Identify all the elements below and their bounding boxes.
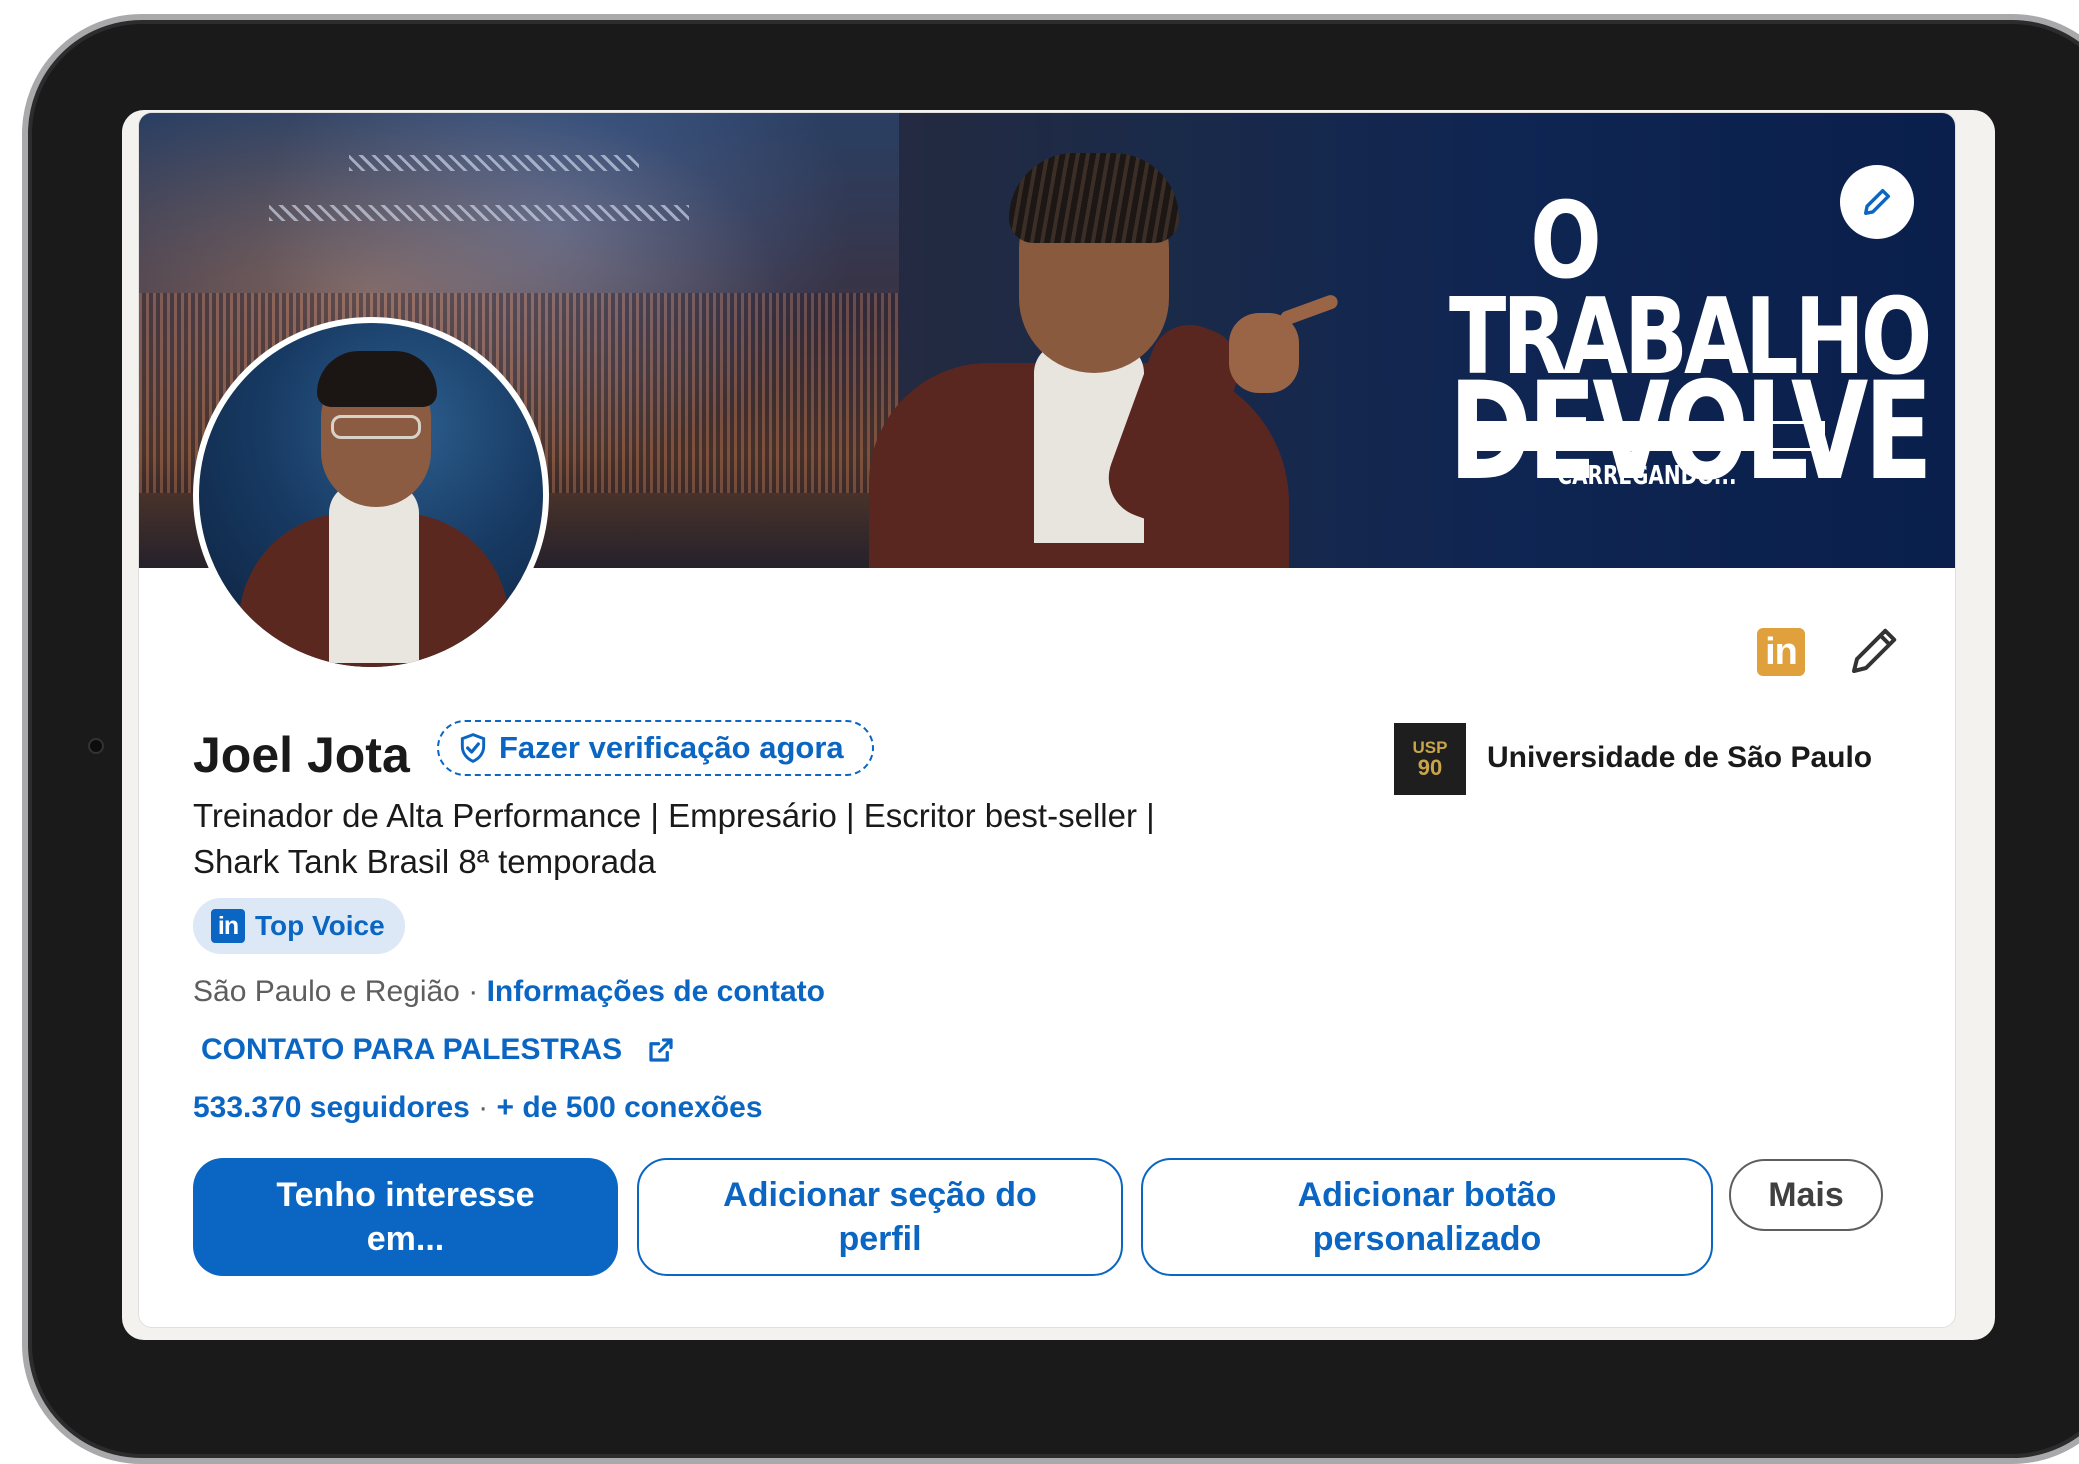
profile-photo[interactable] <box>193 317 549 673</box>
add-custom-button[interactable]: Adicionar botão personalizado <box>1141 1158 1713 1276</box>
top-voice-badge[interactable]: in Top Voice <box>193 898 405 954</box>
contact-info-link[interactable]: Informações de contato <box>487 975 825 1008</box>
university-logo-text-bottom: 90 <box>1417 754 1443 780</box>
connections-link[interactable]: + de 500 conexões <box>497 1091 763 1124</box>
network-stats: 533.370 seguidores · + de 500 conexões <box>193 1091 763 1125</box>
university-logo[interactable]: USP 90 <box>1394 723 1466 795</box>
headline-line2: Shark Tank Brasil 8ª temporada <box>193 843 656 880</box>
add-profile-section-label: Adicionar seção do perfil <box>723 1176 1037 1258</box>
pencil-icon <box>1863 188 1891 216</box>
shield-check-icon <box>460 733 486 763</box>
banner-loading-bar <box>1469 421 1825 451</box>
banner-loading-bar-fill <box>1472 424 1759 448</box>
top-voice-label: Top Voice <box>255 910 385 941</box>
linkedin-badge-icon: in <box>211 909 245 943</box>
location-line: São Paulo e Região · Informações de cont… <box>193 975 825 1009</box>
external-link-icon <box>649 1038 673 1062</box>
custom-link[interactable]: CONTATO PARA PALESTRAS <box>201 1033 676 1067</box>
location-text: São Paulo e Região <box>193 975 460 1008</box>
banner-truss <box>269 205 689 221</box>
banner-truss <box>349 155 639 171</box>
profile-name: Joel Jota <box>193 727 410 783</box>
university-logo-text-top: USP <box>1412 737 1448 757</box>
add-custom-button-label: Adicionar botão personalizado <box>1297 1176 1557 1258</box>
add-profile-section-button[interactable]: Adicionar seção do perfil <box>637 1158 1123 1276</box>
profile-headline: Treinador de Alta Performance | Empresár… <box>193 793 1343 885</box>
profile-card: O TRABALHO DEVOLVE CARREGANDO... in Joel… <box>138 112 1956 1328</box>
edit-intro-pencil-icon[interactable] <box>1844 621 1904 681</box>
banner-loading-text: CARREGANDO... <box>1557 459 1737 491</box>
verify-now-button[interactable]: Fazer verificação agora <box>437 720 874 776</box>
followers-link[interactable]: 533.370 seguidores <box>193 1091 470 1124</box>
tablet-camera <box>88 738 104 754</box>
custom-link-label: CONTATO PARA PALESTRAS <box>201 1033 623 1066</box>
screen: O TRABALHO DEVOLVE CARREGANDO... in Joel… <box>122 110 1995 1340</box>
open-to-button[interactable]: Tenho interesse em... <box>193 1158 618 1276</box>
headline-line1: Treinador de Alta Performance | Empresár… <box>193 797 1155 834</box>
stats-separator: · <box>478 1091 489 1124</box>
banner-speaker-photo <box>809 113 1369 568</box>
open-to-label: Tenho interesse em... <box>276 1176 535 1258</box>
verify-now-label: Fazer verificação agora <box>499 730 844 765</box>
edit-banner-button[interactable] <box>1840 165 1914 239</box>
university-name[interactable]: Universidade de São Paulo <box>1487 741 1872 775</box>
location-separator: · <box>468 975 479 1008</box>
more-button[interactable]: Mais <box>1729 1159 1883 1231</box>
linkedin-icon[interactable]: in <box>1757 628 1805 676</box>
